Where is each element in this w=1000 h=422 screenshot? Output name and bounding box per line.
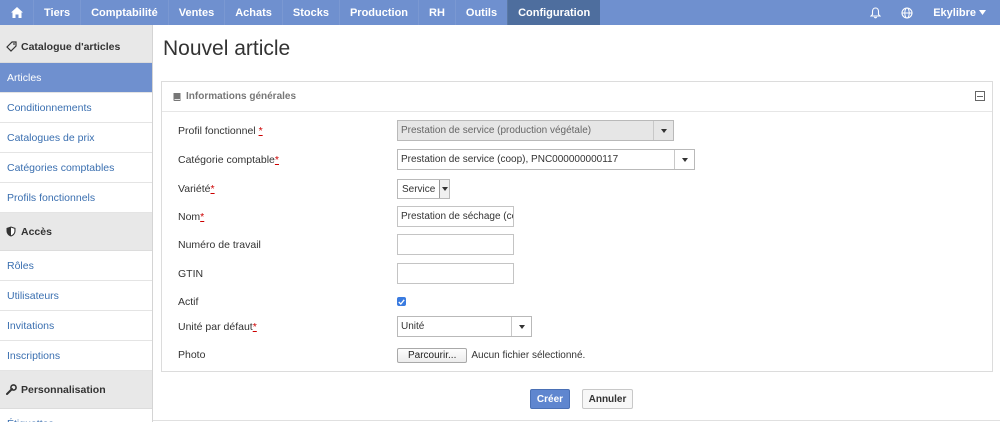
sidebar-section-title: Personnalisation [21, 383, 106, 396]
form-row-profil: Profil fonctionnel * Prestation de servi… [178, 120, 978, 142]
chevron-down-icon [439, 180, 450, 198]
top-navbar: Tiers Comptabilité Ventes Achats Stocks … [0, 0, 1000, 25]
form-row-actif: Actif [178, 291, 978, 313]
unite-value: Unité [401, 321, 425, 332]
sidebar-section-acces: Accès [0, 213, 152, 251]
sidebar-item-utilisateurs[interactable]: Utilisateurs [0, 281, 152, 311]
menu-comptabilite[interactable]: Comptabilité [80, 0, 168, 25]
cancel-button[interactable]: Annuler [582, 389, 633, 409]
form-row-gtin: GTIN [178, 263, 978, 285]
shield-icon [5, 226, 17, 237]
sidebar-section-title: Catalogue d'articles [21, 40, 121, 53]
required-marker: * [274, 154, 279, 166]
nom-input[interactable]: Prestation de séchage (coo [397, 206, 514, 227]
globe-icon [901, 6, 913, 19]
form-row-unite: Unité par défaut* Unité [178, 316, 978, 338]
profil-value: Prestation de service (production végéta… [401, 125, 592, 136]
sidebar-item-articles[interactable]: Articles [0, 63, 152, 93]
required-marker: * [200, 211, 205, 223]
numero-input[interactable] [397, 234, 514, 255]
profil-label: Profil fonctionnel * [178, 125, 263, 137]
notifications-button[interactable] [859, 0, 891, 25]
collapse-panel-button[interactable] [975, 91, 985, 101]
chevron-down-icon [674, 150, 694, 169]
required-marker: * [210, 183, 215, 195]
menu-achats[interactable]: Achats [224, 0, 282, 25]
menu-rh[interactable]: RH [418, 0, 455, 25]
panel-header: Informations générales [162, 82, 992, 112]
actif-checkbox[interactable] [397, 297, 406, 306]
book-icon [173, 92, 181, 101]
menu-configuration[interactable]: Configuration [507, 0, 601, 25]
chevron-down-icon [653, 121, 673, 140]
required-marker: * [252, 321, 257, 333]
menu-tiers[interactable]: Tiers [33, 0, 80, 25]
sidebar-item-roles[interactable]: Rôles [0, 251, 152, 281]
browse-button[interactable]: Parcourir... [397, 347, 468, 363]
main-content: Nouvel article Informations générales Pr… [153, 25, 1000, 422]
sidebar-item-invitations[interactable]: Invitations [0, 311, 152, 341]
top-right-tools: Ekylibre [859, 0, 1000, 25]
sidebar-item-catalogues-de-prix[interactable]: Catalogues de prix [0, 123, 152, 153]
sidebar-item-conditionnements[interactable]: Conditionnements [0, 93, 152, 123]
footer-divider [153, 420, 1000, 421]
variete-select[interactable]: Service [397, 179, 451, 199]
sidebar: Catalogue d'articles Articles Conditionn… [0, 25, 153, 422]
menu-outils[interactable]: Outils [454, 0, 507, 25]
sidebar-item-categories-comptables[interactable]: Catégories comptables [0, 153, 152, 183]
unite-select[interactable]: Unité [397, 316, 532, 337]
general-info-panel: Informations générales Profil fonctionne… [161, 81, 993, 372]
numero-label: Numéro de travail [178, 239, 261, 251]
menu-ventes[interactable]: Ventes [167, 0, 224, 25]
bell-icon [869, 6, 881, 18]
chevron-down-icon [511, 317, 531, 336]
user-name: Ekylibre [933, 6, 976, 19]
main-menu: Tiers Comptabilité Ventes Achats Stocks … [33, 0, 601, 25]
home-icon [10, 7, 23, 18]
page-title: Nouvel article [163, 37, 291, 60]
create-button[interactable]: Créer [530, 389, 570, 409]
menu-production[interactable]: Production [338, 0, 418, 25]
sidebar-section-catalogue: Catalogue d'articles [0, 25, 152, 63]
photo-file-field: Parcourir... Aucun fichier sélectionné. [397, 344, 585, 366]
form-row-nom: Nom* Prestation de séchage (coo [178, 206, 978, 228]
user-menu[interactable]: Ekylibre [923, 0, 1000, 25]
sidebar-section-title: Accès [21, 225, 52, 238]
variete-label: Variété* [178, 183, 215, 195]
home-button[interactable] [0, 0, 33, 25]
form-row-categorie: Catégorie comptable* Prestation de servi… [178, 149, 978, 171]
nom-label: Nom* [178, 211, 205, 223]
form-row-numero: Numéro de travail [178, 234, 978, 256]
categorie-label: Catégorie comptable* [178, 154, 279, 166]
menu-stocks[interactable]: Stocks [281, 0, 339, 25]
sidebar-item-inscriptions[interactable]: Inscriptions [0, 341, 152, 371]
panel-title: Informations générales [186, 91, 297, 102]
categorie-select[interactable]: Prestation de service (coop), PNC0000000… [397, 149, 695, 170]
tag-icon [5, 41, 17, 52]
file-status: Aucun fichier sélectionné. [471, 349, 586, 361]
categorie-value: Prestation de service (coop), PNC0000000… [401, 154, 619, 165]
required-marker: * [258, 125, 263, 137]
sidebar-section-personnalisation: Personnalisation [0, 371, 152, 409]
profil-select[interactable]: Prestation de service (production végéta… [397, 120, 674, 141]
caret-down-icon [979, 10, 986, 15]
unite-label: Unité par défaut* [178, 321, 257, 333]
language-button[interactable] [891, 0, 923, 25]
sidebar-item-profils-fonctionnels[interactable]: Profils fonctionnels [0, 183, 152, 213]
gtin-label: GTIN [178, 268, 204, 280]
gtin-input[interactable] [397, 263, 514, 284]
actif-label: Actif [178, 296, 199, 308]
variete-value: Service [402, 183, 436, 195]
form-row-photo: Photo Parcourir... Aucun fichier sélecti… [178, 344, 978, 366]
photo-label: Photo [178, 349, 206, 361]
wrench-icon [5, 384, 17, 395]
form-row-variete: Variété* Service [178, 178, 978, 200]
check-icon [398, 298, 405, 305]
sidebar-item-etiquettes[interactable]: Étiquettes [0, 409, 152, 422]
